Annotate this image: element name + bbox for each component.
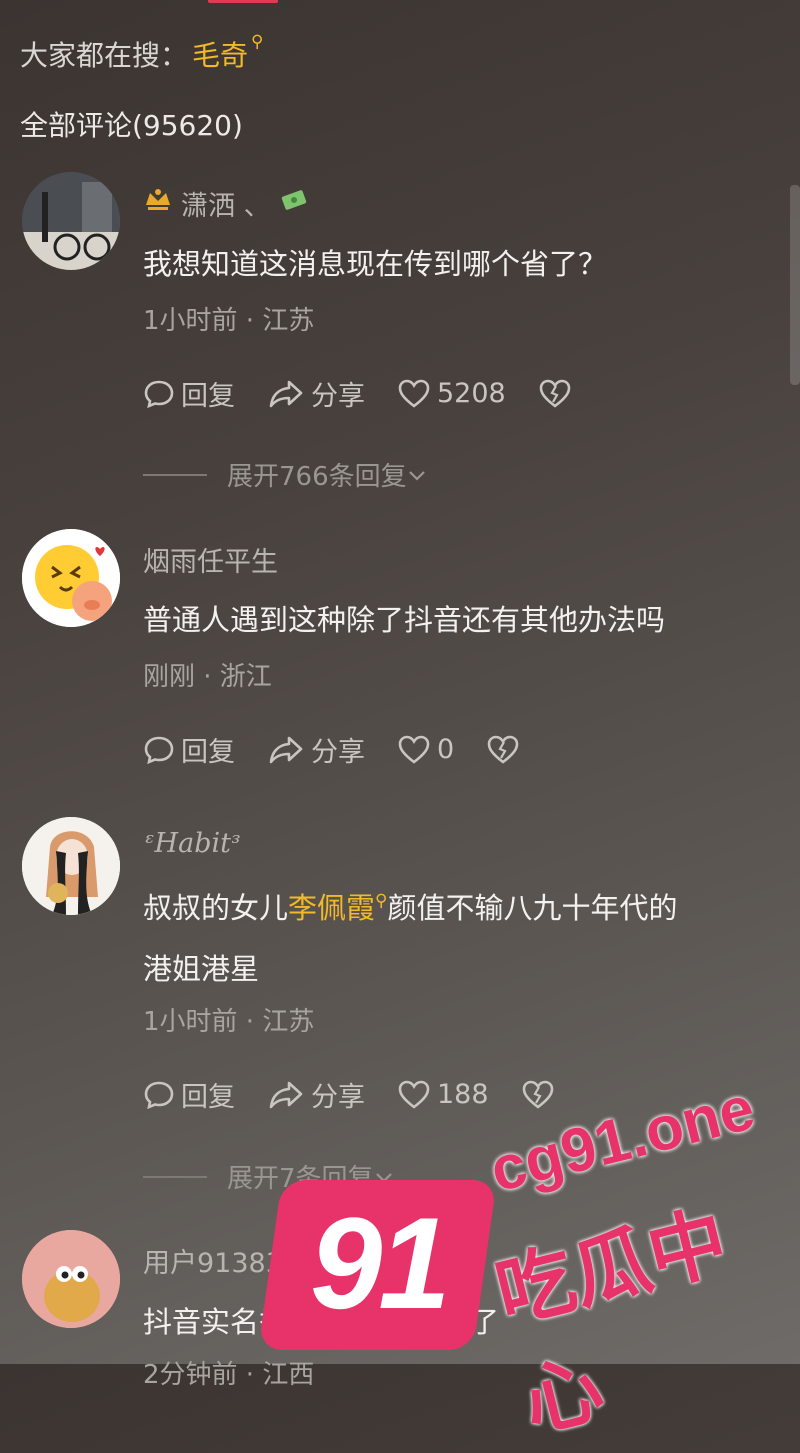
share-arrow-icon — [269, 380, 303, 407]
like-count: 5208 — [437, 378, 506, 409]
watermark-number: 91 — [310, 1190, 451, 1336]
expand-replies-label: 展开766条回复 — [227, 462, 407, 492]
money-emoji-icon — [279, 185, 311, 222]
crown-badge-icon — [143, 187, 173, 220]
like-button[interactable]: 5208 — [397, 378, 506, 410]
divider-line — [143, 1175, 207, 1178]
like-count: 0 — [437, 734, 455, 765]
highlighted-keyword[interactable]: 李佩霞 — [288, 891, 375, 925]
comment-actions: 回复 分享 5208 — [143, 374, 604, 413]
comment-meta: 1小时前 · 江苏 — [143, 306, 315, 336]
comment-username[interactable]: ᵋHabitᵌ — [143, 828, 240, 859]
share-arrow-icon — [269, 736, 303, 763]
heart-icon — [398, 379, 430, 408]
avatar[interactable] — [22, 529, 120, 627]
scrollbar[interactable] — [790, 185, 800, 385]
avatar[interactable] — [22, 1230, 120, 1328]
comment-text-part: 叔叔的女儿 — [143, 891, 289, 925]
comment-text: 叔叔的女儿李佩霞⚲颜值不输八九十年代的 港姐港星 — [143, 880, 773, 997]
comment-username[interactable]: 潇洒 、 — [181, 184, 271, 223]
comment-text-part: 港姐港星 — [143, 952, 260, 986]
watermark-name: 吃瓜中心 — [487, 1196, 737, 1450]
divider-line — [143, 473, 207, 476]
avatar[interactable] — [22, 172, 120, 270]
share-label: 分享 — [311, 737, 365, 768]
comment-meta: 1小时前 · 江苏 — [143, 1007, 315, 1037]
comment-bubble-icon — [144, 736, 174, 764]
comment-text-part: 颜值不输八九十年代的 — [387, 891, 678, 925]
comment-username[interactable]: 烟雨任平生 — [143, 540, 278, 579]
dislike-button[interactable] — [538, 378, 572, 410]
reply-label: 回复 — [181, 737, 235, 768]
reply-label: 回复 — [181, 1082, 235, 1113]
comments-header: 全部评论(95620) — [20, 109, 243, 142]
comment-username-row[interactable]: 烟雨任平生 — [143, 540, 278, 579]
comment-username-row[interactable]: ᵋHabitᵌ — [143, 828, 240, 859]
expand-replies[interactable]: 展开766条回复 — [143, 456, 427, 493]
watermark: 91 cg91.one 吃瓜中心 — [258, 1074, 790, 1449]
share-button[interactable]: 分享 — [267, 730, 365, 769]
search-icon: ⚲ — [251, 32, 264, 52]
trending-search[interactable]: 大家都在搜： 毛奇 ⚲ — [20, 32, 264, 74]
broken-heart-icon — [487, 735, 519, 764]
comment-username-row[interactable]: 潇洒 、 — [143, 184, 311, 223]
comment-bubble-icon — [144, 380, 174, 408]
share-button[interactable]: 分享 — [267, 374, 365, 413]
reply-button[interactable]: 回复 — [143, 1075, 235, 1114]
like-button[interactable]: 0 — [397, 734, 454, 766]
comment-actions: 回复 分享 0 — [143, 730, 552, 769]
comment-text: 我想知道这消息现在传到哪个省了？ — [143, 247, 608, 281]
chevron-down-icon — [407, 460, 427, 490]
top-indicator — [208, 0, 278, 3]
trending-search-keyword[interactable]: 毛奇 — [192, 34, 248, 74]
heart-icon — [398, 735, 430, 764]
search-icon: ⚲ — [375, 891, 388, 911]
trending-search-prefix: 大家都在搜： — [20, 39, 189, 72]
reply-button[interactable]: 回复 — [143, 730, 235, 769]
comment-bubble-icon — [144, 1081, 174, 1109]
comment-meta: 刚刚 · 浙江 — [143, 662, 272, 692]
reply-label: 回复 — [181, 381, 235, 412]
share-label: 分享 — [311, 381, 365, 412]
broken-heart-icon — [539, 379, 571, 408]
reply-button[interactable]: 回复 — [143, 374, 235, 413]
comment-text: 普通人遇到这种除了抖音还有其他办法吗 — [143, 603, 666, 637]
dislike-button[interactable] — [486, 734, 520, 766]
avatar[interactable] — [22, 817, 120, 915]
